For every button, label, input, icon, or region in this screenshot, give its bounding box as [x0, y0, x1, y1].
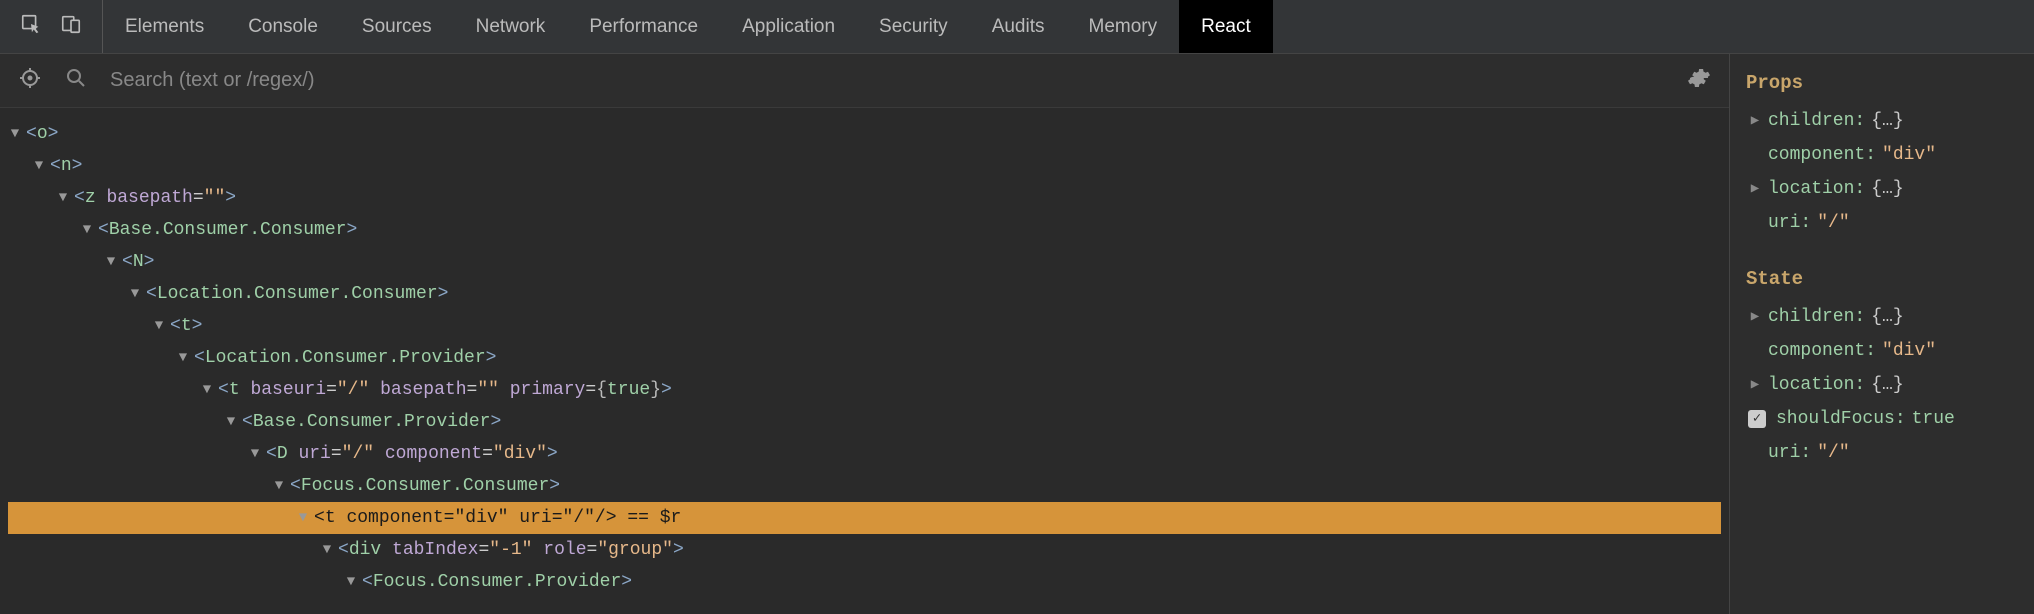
expand-arrow-icon[interactable]: ▼ [224, 406, 238, 438]
prop-value: {…} [1871, 174, 1903, 204]
tab-strip: ElementsConsoleSourcesNetworkPerformance… [0, 0, 2034, 54]
expand-arrow-icon[interactable]: ▶ [1748, 370, 1762, 400]
tab-sources[interactable]: Sources [340, 0, 454, 53]
expand-arrow-icon[interactable]: ▼ [152, 310, 166, 342]
tree-node[interactable]: ▼<t baseuri="/" basepath="" primary={tru… [8, 374, 1721, 406]
tree-node[interactable]: ▼<N> [8, 246, 1721, 278]
tree-node[interactable]: ▼<Location.Consumer.Provider> [8, 342, 1721, 374]
tab-network[interactable]: Network [454, 0, 568, 53]
expand-arrow-icon[interactable]: ▼ [104, 246, 118, 278]
expand-arrow-icon[interactable]: ▼ [248, 438, 262, 470]
expand-arrow-icon[interactable]: ▼ [320, 534, 334, 566]
prop-value: "div" [1882, 140, 1936, 170]
tab-security[interactable]: Security [857, 0, 970, 53]
prop-row[interactable]: uri: "/" [1742, 436, 2022, 470]
tree-node[interactable]: ▼<Base.Consumer.Consumer> [8, 214, 1721, 246]
prop-row[interactable]: ✓shouldFocus: true [1742, 402, 2022, 436]
expand-arrow-icon[interactable]: ▼ [296, 502, 310, 534]
prop-key: shouldFocus: [1776, 404, 1906, 434]
prop-row[interactable]: ▶location: {…} [1742, 172, 2022, 206]
tab-console[interactable]: Console [226, 0, 340, 53]
tab-memory[interactable]: Memory [1067, 0, 1180, 53]
tree-node[interactable]: ▼<D uri="/" component="div"> [8, 438, 1721, 470]
expand-arrow-icon[interactable]: ▼ [8, 118, 22, 150]
prop-row[interactable]: ▶children: {…} [1742, 300, 2022, 334]
prop-key: uri: [1768, 208, 1811, 238]
expand-arrow-icon[interactable]: ▼ [32, 150, 46, 182]
tree-node[interactable]: ▼<Location.Consumer.Consumer> [8, 278, 1721, 310]
tree-node[interactable]: ▼<n> [8, 150, 1721, 182]
expand-arrow-icon[interactable]: ▼ [80, 214, 94, 246]
prop-key: component: [1768, 336, 1876, 366]
prop-value: {…} [1871, 370, 1903, 400]
tab-elements[interactable]: Elements [103, 0, 226, 53]
prop-row[interactable]: ▶children: {…} [1742, 104, 2022, 138]
prop-value: {…} [1871, 106, 1903, 136]
props-heading: Props [1742, 64, 2022, 104]
prop-key: children: [1768, 302, 1865, 332]
prop-value: "/" [1817, 208, 1849, 238]
expand-arrow-icon[interactable]: ▼ [176, 342, 190, 374]
tree-node[interactable]: ▼<Focus.Consumer.Consumer> [8, 470, 1721, 502]
tree-node[interactable]: ▼<t component="div" uri="/"/> == $r [8, 502, 1721, 534]
tree-node[interactable]: ▼<t> [8, 310, 1721, 342]
inspect-element-icon[interactable] [20, 13, 42, 40]
prop-value: {…} [1871, 302, 1903, 332]
tab-application[interactable]: Application [720, 0, 857, 53]
tab-performance[interactable]: Performance [567, 0, 720, 53]
gear-icon[interactable] [1687, 66, 1711, 95]
expand-arrow-icon[interactable]: ▶ [1748, 302, 1762, 332]
sidebar: Props ▶children: {…}component: "div"▶loc… [1730, 54, 2034, 614]
state-heading: State [1742, 260, 2022, 300]
tree-node[interactable]: ▼<Focus.Consumer.Provider> [8, 566, 1721, 598]
expand-arrow-icon[interactable]: ▼ [128, 278, 142, 310]
expand-arrow-icon[interactable]: ▼ [272, 470, 286, 502]
prop-row[interactable]: uri: "/" [1742, 206, 2022, 240]
prop-value: "/" [1817, 438, 1849, 468]
expand-arrow-icon[interactable]: ▶ [1748, 174, 1762, 204]
expand-arrow-icon[interactable]: ▶ [1748, 106, 1762, 136]
expand-arrow-icon: ✓ [1748, 404, 1770, 434]
expand-arrow-icon[interactable]: ▼ [56, 182, 70, 214]
component-tree[interactable]: ▼<o>▼<n>▼<z basepath="">▼<Base.Consumer.… [0, 108, 1729, 608]
prop-key: location: [1768, 370, 1865, 400]
tree-node[interactable]: ▼<Base.Consumer.Provider> [8, 406, 1721, 438]
prop-value: true [1912, 404, 1955, 434]
prop-row[interactable]: component: "div" [1742, 334, 2022, 368]
tab-react[interactable]: React [1179, 0, 1273, 53]
device-toggle-icon[interactable] [60, 13, 82, 40]
tree-node[interactable]: ▼<div tabIndex="-1" role="group"> [8, 534, 1721, 566]
prop-key: uri: [1768, 438, 1811, 468]
inspector-icons [0, 0, 103, 53]
search-input[interactable] [110, 69, 1665, 92]
search-icon [64, 66, 88, 95]
tree-node[interactable]: ▼<o> [8, 118, 1721, 150]
target-icon[interactable] [18, 66, 42, 95]
prop-row[interactable]: ▶location: {…} [1742, 368, 2022, 402]
prop-key: component: [1768, 140, 1876, 170]
prop-key: location: [1768, 174, 1865, 204]
expand-arrow-icon[interactable]: ▼ [344, 566, 358, 598]
tab-audits[interactable]: Audits [970, 0, 1067, 53]
prop-key: children: [1768, 106, 1865, 136]
tree-node[interactable]: ▼<z basepath=""> [8, 182, 1721, 214]
react-toolbar [0, 54, 1729, 108]
prop-row[interactable]: component: "div" [1742, 138, 2022, 172]
prop-value: "div" [1882, 336, 1936, 366]
expand-arrow-icon[interactable]: ▼ [200, 374, 214, 406]
